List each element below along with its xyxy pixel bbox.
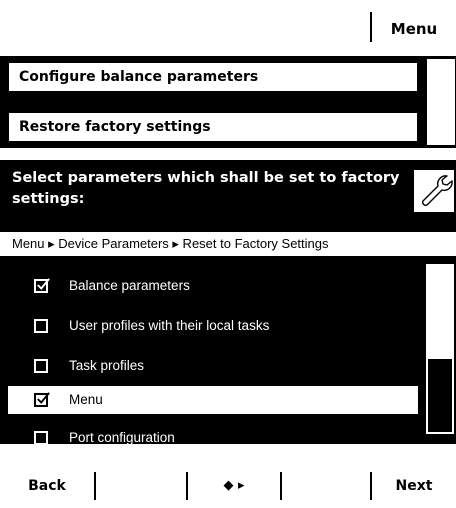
checkbox[interactable] bbox=[34, 431, 48, 445]
parameter-label: Balance parameters bbox=[69, 278, 190, 293]
reset-dialog: Select parameters which shall be set to … bbox=[0, 160, 456, 445]
parameter-label: Menu bbox=[69, 392, 103, 407]
softkey-divider bbox=[94, 472, 96, 500]
bottom-softkey-bar: Back ◆ ▸ Next bbox=[0, 462, 456, 508]
dialog-title: Select parameters which shall be set to … bbox=[12, 170, 400, 207]
checked-checkbox[interactable] bbox=[34, 278, 50, 293]
parameter-list-item[interactable]: Task profiles bbox=[8, 352, 418, 380]
parameter-label: Task profiles bbox=[69, 358, 145, 373]
options-panel: Configure balance parameters Restore fac… bbox=[0, 56, 456, 148]
parameter-list-item[interactable]: Port configuration bbox=[8, 424, 418, 452]
restore-factory-settings-button[interactable]: Restore factory settings bbox=[8, 112, 418, 142]
options-scrollbar[interactable] bbox=[426, 58, 456, 146]
softkey-divider bbox=[280, 472, 282, 500]
parameter-label: Port configuration bbox=[69, 430, 175, 445]
wrench-icon bbox=[414, 170, 454, 212]
checkmark-icon bbox=[37, 392, 50, 404]
parameter-list-item[interactable]: Balance parameters bbox=[8, 272, 418, 300]
navigation-softkey[interactable]: ◆ ▸ bbox=[188, 462, 280, 508]
configure-balance-parameters-button[interactable]: Configure balance parameters bbox=[8, 62, 418, 92]
checkmark-icon bbox=[37, 278, 50, 290]
back-softkey[interactable]: Back bbox=[0, 462, 94, 508]
checkbox[interactable] bbox=[34, 359, 48, 373]
menu-softkey[interactable]: Menu bbox=[372, 0, 456, 52]
next-softkey[interactable]: Next bbox=[372, 462, 456, 508]
top-softkey-bar: Menu bbox=[0, 0, 456, 52]
list-scrollbar[interactable] bbox=[426, 264, 454, 434]
checkbox[interactable] bbox=[34, 319, 48, 333]
scrollbar-thumb[interactable] bbox=[428, 266, 452, 359]
parameter-list-item[interactable]: User profiles with their local tasks bbox=[8, 312, 418, 340]
breadcrumb: Menu ▸ Device Parameters ▸ Reset to Fact… bbox=[0, 232, 456, 256]
parameter-list-item[interactable]: Menu bbox=[8, 386, 418, 414]
parameter-label: User profiles with their local tasks bbox=[69, 318, 270, 333]
checked-checkbox[interactable] bbox=[34, 392, 50, 407]
